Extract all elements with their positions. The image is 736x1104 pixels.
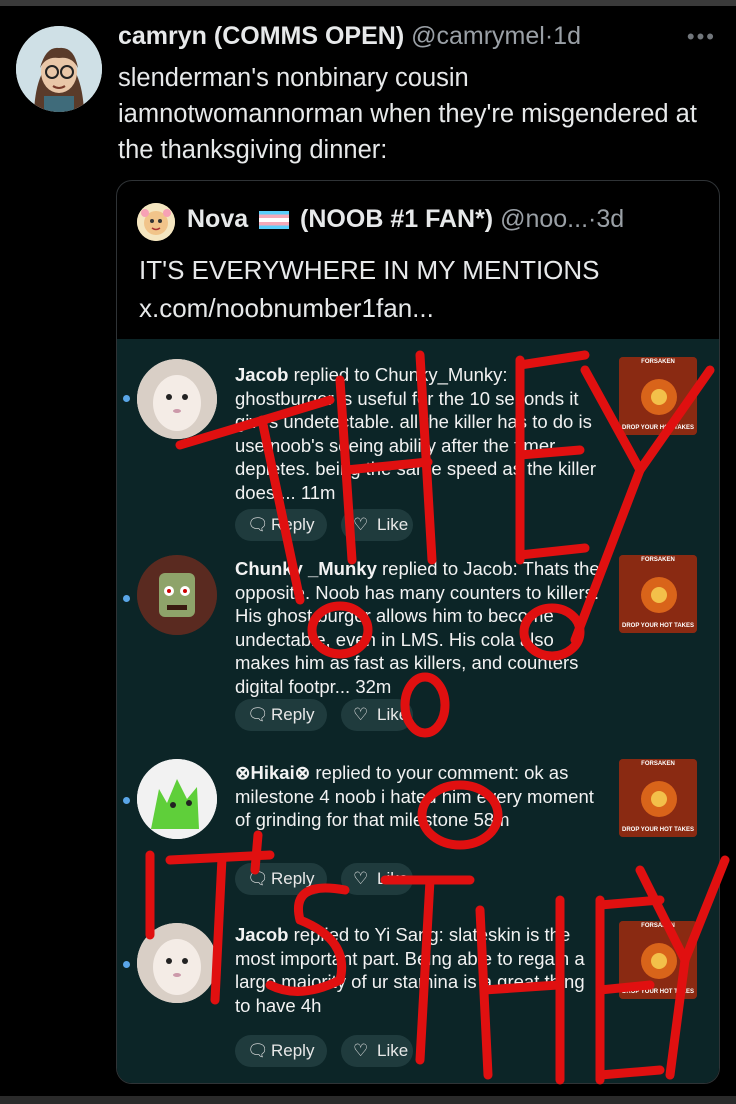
reply-author[interactable]: ⊗Hikai⊗ [235,762,310,783]
thumb-title: FORSAKEN [641,557,675,563]
thumb-title: FORSAKEN [641,359,675,365]
reply-icon: 🗨 [247,1041,269,1060]
reply-body: replied to Chunky_Munky: ghostburger is … [235,364,596,503]
reply-time: 4h [300,994,322,1016]
reply-text: Jacob replied to Yi Sang: slateskin is t… [235,923,605,1017]
quote-text-line-1: IT'S EVERYWHERE IN MY MENTIONS [139,255,600,285]
pale-creature-avatar [137,359,217,439]
reply-button[interactable]: 🗨 Reply [235,509,327,541]
tweet-header: camryn (COMMS OPEN) @camrymel·1d [118,22,718,52]
more-icon[interactable]: ••• [687,24,716,50]
like-button-label: Like [377,705,409,724]
like-button[interactable]: ♡ Like [341,509,413,541]
reply-body: replied to Yi Sang: slateskin is the mos… [235,924,585,1016]
author-name[interactable]: camryn (COMMS OPEN) [118,22,404,50]
tweet-timestamp[interactable]: 1d [553,22,581,50]
reply-author[interactable]: Jacob [235,924,288,945]
quote-author-name-suffix[interactable]: (NOOB #1 FAN*) [300,205,493,233]
quote-text: IT'S EVERYWHERE IN MY MENTIONS x.com/noo… [139,251,709,327]
heart-icon: ♡ [353,869,369,888]
thumb-caption: DROP YOUR HOT TAKES [621,989,694,995]
header-separator: · [544,22,554,50]
quote-author-avatar[interactable] [137,203,175,241]
reply-avatar[interactable] [137,759,217,839]
reply-author[interactable]: Chunky _Munky [235,558,377,579]
like-button-label: Like [377,1041,409,1060]
reply-text: Jacob replied to Chunky_Munky: ghostburg… [235,363,605,504]
reply-button[interactable]: 🗨 Reply [235,1035,327,1067]
reply-button-label: Reply [271,515,315,534]
reply-avatar[interactable] [137,359,217,439]
reply-button[interactable]: 🗨 Reply [235,699,327,731]
thumb-art [619,921,697,999]
quote-header: Nova (NOOB #1 FAN*) @noo...·3d [187,205,707,239]
quote-timestamp[interactable]: 3d [596,205,624,233]
reply-time: 32m [355,675,392,697]
reply-icon: 🗨 [247,869,269,888]
post-thumbnail[interactable]: FORSAKEN DROP YOUR HOT TAKES [619,357,697,435]
like-button[interactable]: ♡ Like [341,699,413,731]
post-thumbnail[interactable]: FORSAKEN DROP YOUR HOT TAKES [619,555,697,633]
reply-avatar[interactable] [137,555,217,635]
reply-time: 11m [300,481,336,503]
heart-icon: ♡ [353,515,369,534]
author-avatar[interactable] [16,26,102,112]
like-button-label: Like [377,515,409,534]
reply-time: 58m [473,809,510,830]
unread-dot [123,595,130,602]
reply-avatar[interactable] [137,923,217,1003]
author-handle[interactable]: @camrymel [411,22,545,50]
reply-author[interactable]: Jacob [235,364,288,385]
quote-link[interactable]: x.com/noobnumber1fan... [139,289,709,327]
reply-icon: 🗨 [247,705,269,724]
top-edge-bar [0,0,736,6]
thumb-art [619,555,697,633]
unread-dot [123,797,130,804]
quoted-tweet[interactable]: Nova (NOOB #1 FAN*) @noo...·3d IT'S EVER… [116,180,720,1084]
reply-button-label: Reply [271,869,315,888]
thumb-art [619,759,697,837]
post-thumbnail[interactable]: FORSAKEN DROP YOUR HOT TAKES [619,759,697,837]
post-thumbnail[interactable]: FORSAKEN DROP YOUR HOT TAKES [619,921,697,999]
quote-avatar-illustration [137,203,175,241]
quote-author-name[interactable]: Nova [187,205,248,233]
heart-icon: ♡ [353,1041,369,1060]
reply-text: ⊗Hikai⊗ replied to your comment: ok as m… [235,761,605,832]
thumb-caption: DROP YOUR HOT TAKES [621,425,694,431]
reply-text: Chunky _Munky replied to Jacob: Thats th… [235,557,605,698]
reply-button-label: Reply [271,1041,315,1060]
trans-flag-icon [259,211,290,230]
pale-creature-avatar [137,923,217,1003]
like-button-label: Like [377,869,409,888]
thumb-caption: DROP YOUR HOT TAKES [621,623,694,629]
bottom-edge-bar [0,1096,736,1104]
tweet-text: slenderman's nonbinary cousin iamnotwoma… [118,64,697,164]
quote-author-handle[interactable]: @noo... [500,205,588,233]
like-button[interactable]: ♡ Like [341,863,413,895]
reply-button-label: Reply [271,705,315,724]
thumb-title: FORSAKEN [641,761,675,767]
thumb-art [619,357,697,435]
reply-button[interactable]: 🗨 Reply [235,863,327,895]
embedded-screenshot: Jacob replied to Chunky_Munky: ghostburg… [117,339,719,1083]
heart-icon: ♡ [353,705,369,724]
like-button[interactable]: ♡ Like [341,1035,413,1067]
thumb-caption: DROP YOUR HOT TAKES [621,827,694,833]
avatar-illustration [16,26,102,112]
unread-dot [123,395,130,402]
reply-icon: 🗨 [247,515,269,534]
green-dragon-avatar [137,759,217,839]
thumb-title: FORSAKEN [641,923,675,929]
unread-dot [123,961,130,968]
zombie-avatar [137,555,217,635]
